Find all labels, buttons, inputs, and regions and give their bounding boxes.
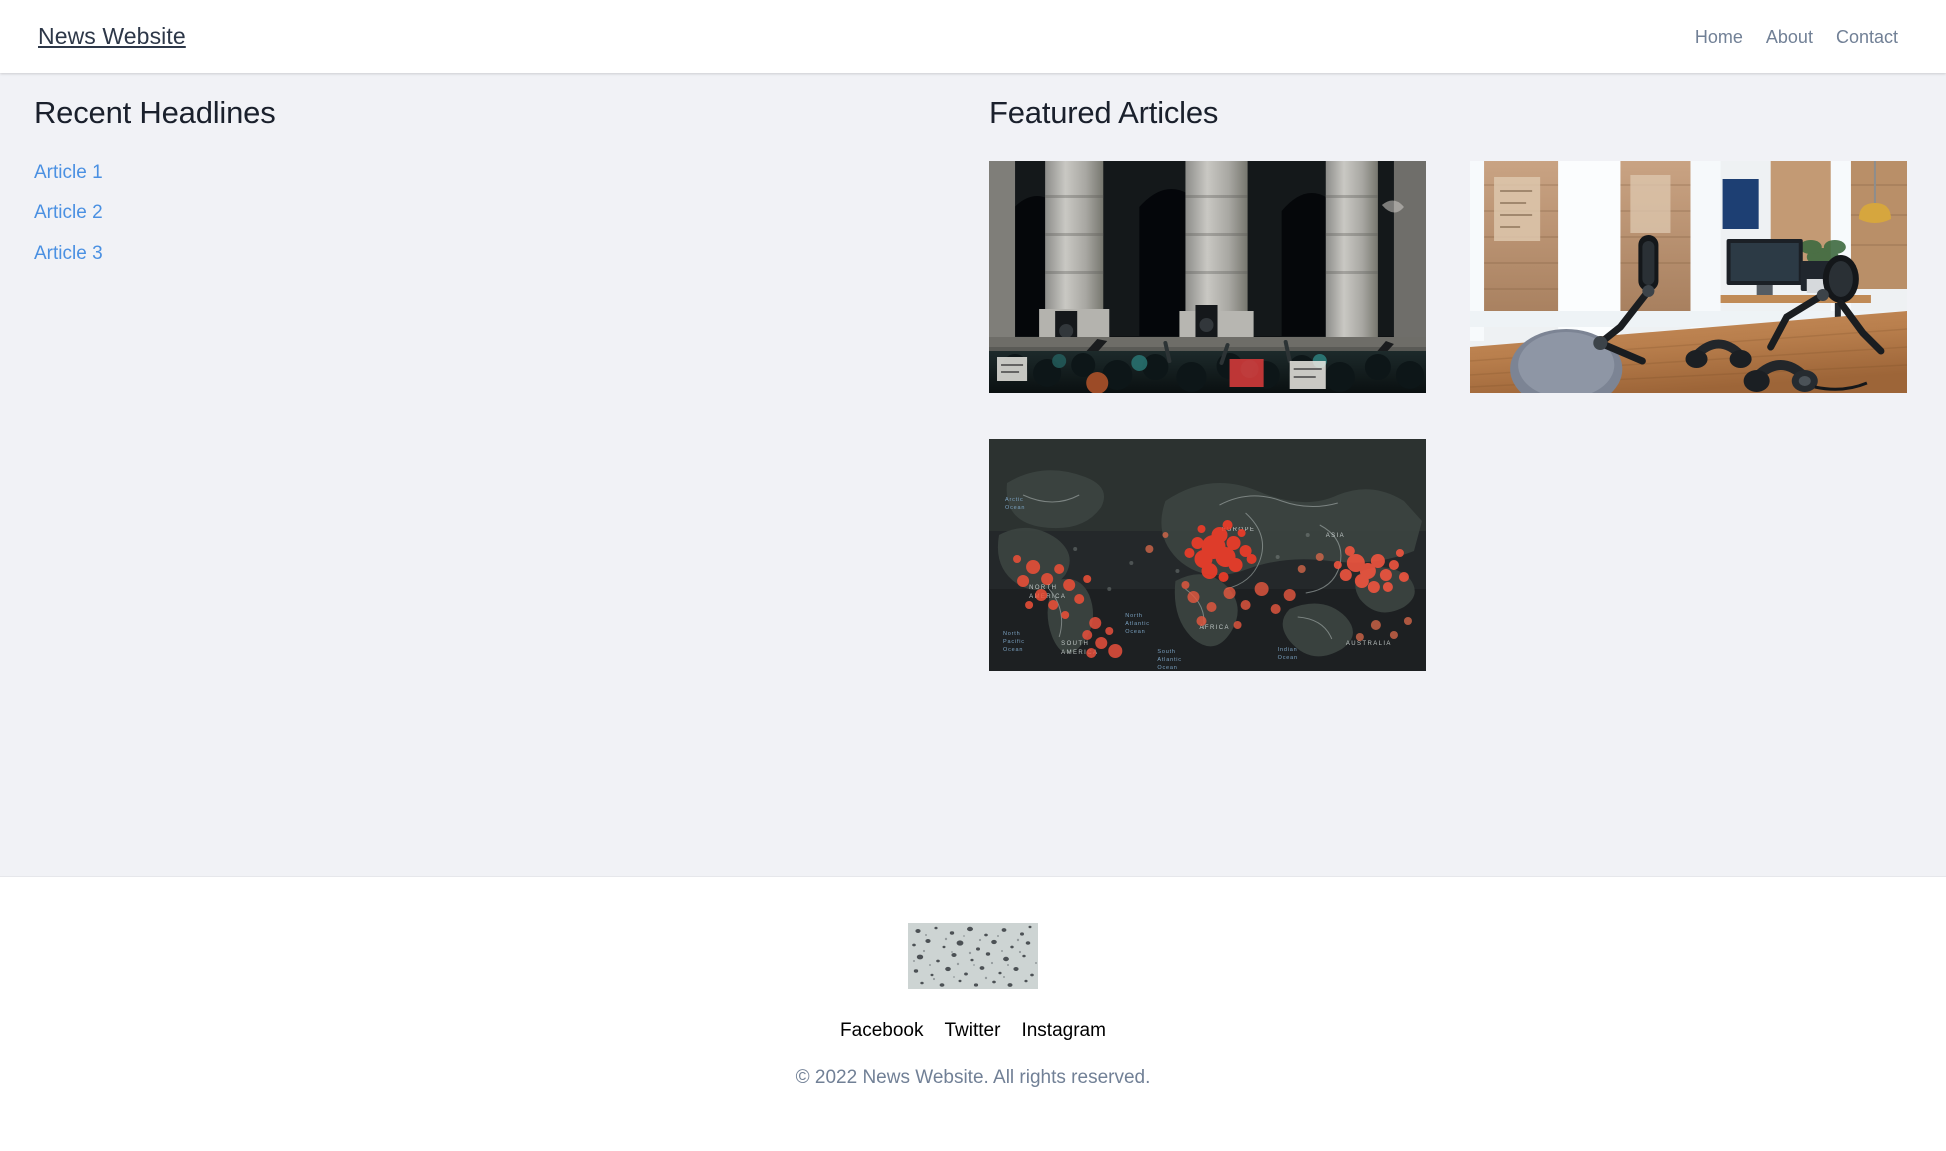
svg-text:Ocean: Ocean [1157, 665, 1177, 671]
world-outbreak-map-image: NORTH AMERICA SOUTH AMERICA AFRICA EUROP… [989, 438, 1426, 671]
footer-logo [908, 923, 1038, 989]
site-footer: Facebook Twitter Instagram © 2022 News W… [0, 877, 1946, 1151]
main-content: Recent Headlines Article 1 Article 2 Art… [0, 73, 1946, 877]
svg-text:AMERICA: AMERICA [1029, 594, 1066, 600]
svg-text:AFRICA: AFRICA [1199, 625, 1229, 631]
featured-article-card-2[interactable] [1470, 160, 1907, 393]
speckled-texture-logo-icon [908, 923, 1038, 989]
svg-text:South: South [1157, 649, 1175, 655]
featured-articles-grid: NORTH AMERICA SOUTH AMERICA AFRICA EUROP… [989, 160, 1907, 671]
nav-link-home[interactable]: Home [1695, 28, 1743, 46]
protest-crowd-image [989, 160, 1426, 393]
svg-text:Ocean: Ocean [1278, 655, 1298, 661]
nav-link-contact[interactable]: Contact [1836, 28, 1898, 46]
list-item: Article 3 [34, 242, 957, 267]
featured-article-card-3[interactable]: NORTH AMERICA SOUTH AMERICA AFRICA EUROP… [989, 438, 1426, 671]
nav-link-about[interactable]: About [1766, 28, 1813, 46]
headline-link-3[interactable]: Article 3 [34, 243, 103, 264]
featured-article-card-1[interactable] [989, 160, 1426, 393]
headline-link-2[interactable]: Article 2 [34, 202, 103, 223]
podcast-studio-image [1470, 160, 1907, 393]
social-links: Facebook Twitter Instagram [0, 1021, 1946, 1040]
svg-text:Atlantic: Atlantic [1157, 657, 1181, 663]
recent-headlines-title: Recent Headlines [34, 95, 276, 130]
recent-headlines-section: Recent Headlines Article 1 Article 2 Art… [34, 95, 973, 283]
svg-text:ASIA: ASIA [1326, 533, 1345, 539]
svg-text:Pacific: Pacific [1003, 639, 1025, 645]
featured-articles-section: Featured Articles NORTH AMERICA SOUTH AM… [973, 95, 1912, 671]
svg-text:Ocean: Ocean [1003, 647, 1023, 653]
svg-text:North: North [1003, 631, 1020, 637]
svg-text:Indian: Indian [1278, 647, 1298, 653]
svg-text:Ocean: Ocean [1125, 629, 1145, 635]
main-navigation: Home About Contact [1695, 28, 1908, 46]
list-item: Article 2 [34, 201, 957, 226]
svg-text:Atlantic: Atlantic [1125, 621, 1149, 627]
headline-link-1[interactable]: Article 1 [34, 162, 103, 183]
svg-text:SOUTH: SOUTH [1061, 641, 1089, 647]
svg-text:Arctic: Arctic [1005, 497, 1024, 503]
site-brand[interactable]: News Website [38, 25, 186, 48]
social-link-instagram[interactable]: Instagram [1021, 1021, 1105, 1040]
social-link-facebook[interactable]: Facebook [840, 1021, 923, 1040]
copyright-text: © 2022 News Website. All rights reserved… [795, 1067, 1151, 1088]
list-item: Article 1 [34, 161, 957, 186]
recent-headlines-list: Article 1 Article 2 Article 3 [34, 161, 957, 267]
featured-articles-title: Featured Articles [989, 95, 1219, 130]
svg-text:North: North [1125, 613, 1142, 619]
svg-text:AUSTRALIA: AUSTRALIA [1346, 641, 1392, 647]
social-link-twitter[interactable]: Twitter [945, 1021, 1001, 1040]
svg-text:Ocean: Ocean [1005, 505, 1025, 511]
site-header: News Website Home About Contact [0, 0, 1946, 73]
